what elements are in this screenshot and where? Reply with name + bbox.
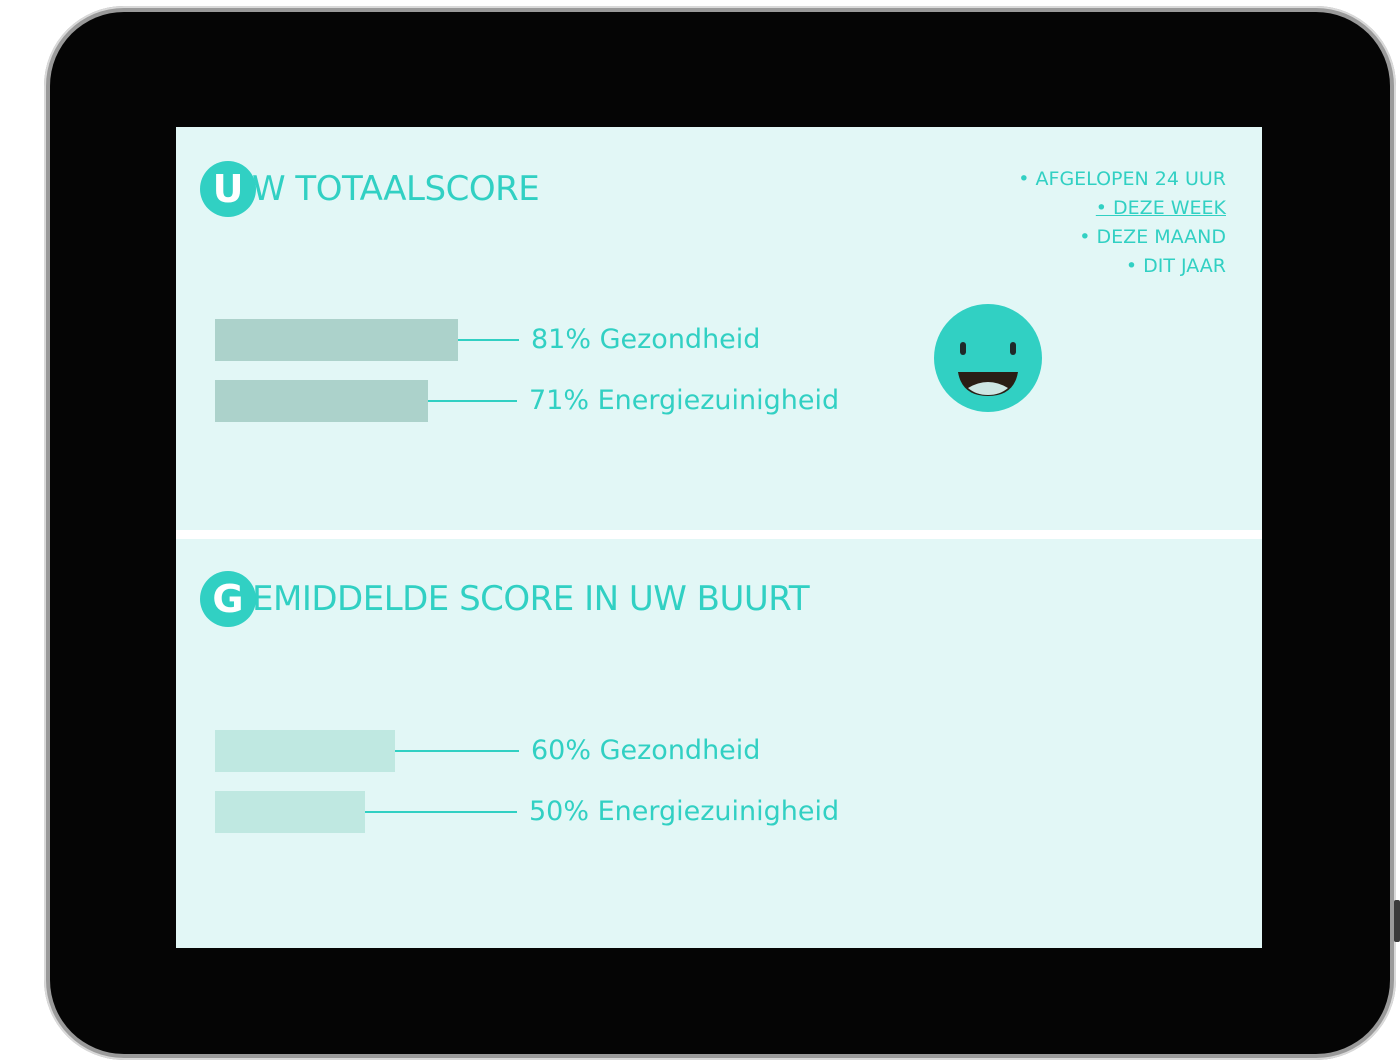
tablet-side-button xyxy=(1394,900,1400,942)
neighbourhood-score-panel: G EMIDDELDE SCORE IN UW BUURT 60% Gezond… xyxy=(176,539,1262,948)
total-score-panel: U W TOTAALSCORE • AFGELOPEN 24 UUR • DEZ… xyxy=(176,127,1262,530)
area-health-label: 60% Gezondheid xyxy=(531,735,761,766)
tablet-screen: U W TOTAALSCORE • AFGELOPEN 24 UUR • DEZ… xyxy=(176,127,1262,948)
title-initial-badge: U xyxy=(200,161,256,217)
period-this-week[interactable]: • DEZE WEEK xyxy=(1018,194,1226,223)
user-energy-connector xyxy=(428,400,517,402)
user-health-connector xyxy=(458,339,519,341)
page-title: W TOTAALSCORE xyxy=(252,169,540,209)
user-energy-bar xyxy=(215,380,428,422)
period-this-year[interactable]: • DIT JAAR xyxy=(1018,252,1226,281)
title-initial-badge: G xyxy=(200,571,256,627)
user-health-bar xyxy=(215,319,458,361)
area-energy-bar xyxy=(215,791,365,833)
period-last-24-hours[interactable]: • AFGELOPEN 24 UUR xyxy=(1018,165,1226,194)
neighbourhood-score-heading: G EMIDDELDE SCORE IN UW BUURT xyxy=(200,571,810,627)
period-this-month[interactable]: • DEZE MAAND xyxy=(1018,223,1226,252)
user-health-label: 81% Gezondheid xyxy=(531,324,761,355)
user-energy-label: 71% Energiezuinigheid xyxy=(529,385,840,416)
area-health-connector xyxy=(395,750,519,752)
section-title: EMIDDELDE SCORE IN UW BUURT xyxy=(252,579,810,619)
period-selector: • AFGELOPEN 24 UUR • DEZE WEEK • DEZE MA… xyxy=(1018,165,1226,281)
area-energy-label: 50% Energiezuinigheid xyxy=(529,796,840,827)
area-health-bar xyxy=(215,730,395,772)
total-score-heading: U W TOTAALSCORE xyxy=(200,161,540,217)
area-energy-connector xyxy=(365,811,517,813)
section-divider xyxy=(176,530,1262,539)
smiley-face-icon xyxy=(934,304,1042,412)
